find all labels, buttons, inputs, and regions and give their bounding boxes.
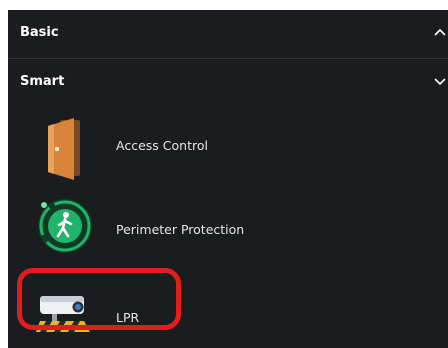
section-basic-header[interactable]: Basic bbox=[8, 10, 448, 54]
smart-item-lpr[interactable]: LPR bbox=[8, 274, 448, 348]
section-smart-header[interactable]: Smart bbox=[8, 59, 448, 103]
section-smart-label: Smart bbox=[20, 73, 65, 89]
smart-item-label: Access Control bbox=[116, 138, 208, 153]
perimeter-walker-icon bbox=[38, 199, 92, 253]
chevron-up-icon[interactable] bbox=[434, 22, 446, 42]
lpr-camera-icon bbox=[36, 296, 90, 332]
smart-item-perimeter-protection[interactable]: Perimeter Protection bbox=[8, 190, 448, 270]
event-type-panel: Basic Smart Access Control Perimeter Pro… bbox=[8, 10, 448, 348]
smart-item-access-control[interactable]: Access Control bbox=[8, 110, 448, 190]
door-icon bbox=[48, 118, 80, 180]
smart-item-label: LPR bbox=[116, 310, 140, 325]
smart-item-label: Perimeter Protection bbox=[116, 222, 245, 237]
section-basic-label: Basic bbox=[20, 24, 59, 40]
chevron-down-icon[interactable] bbox=[434, 71, 446, 91]
